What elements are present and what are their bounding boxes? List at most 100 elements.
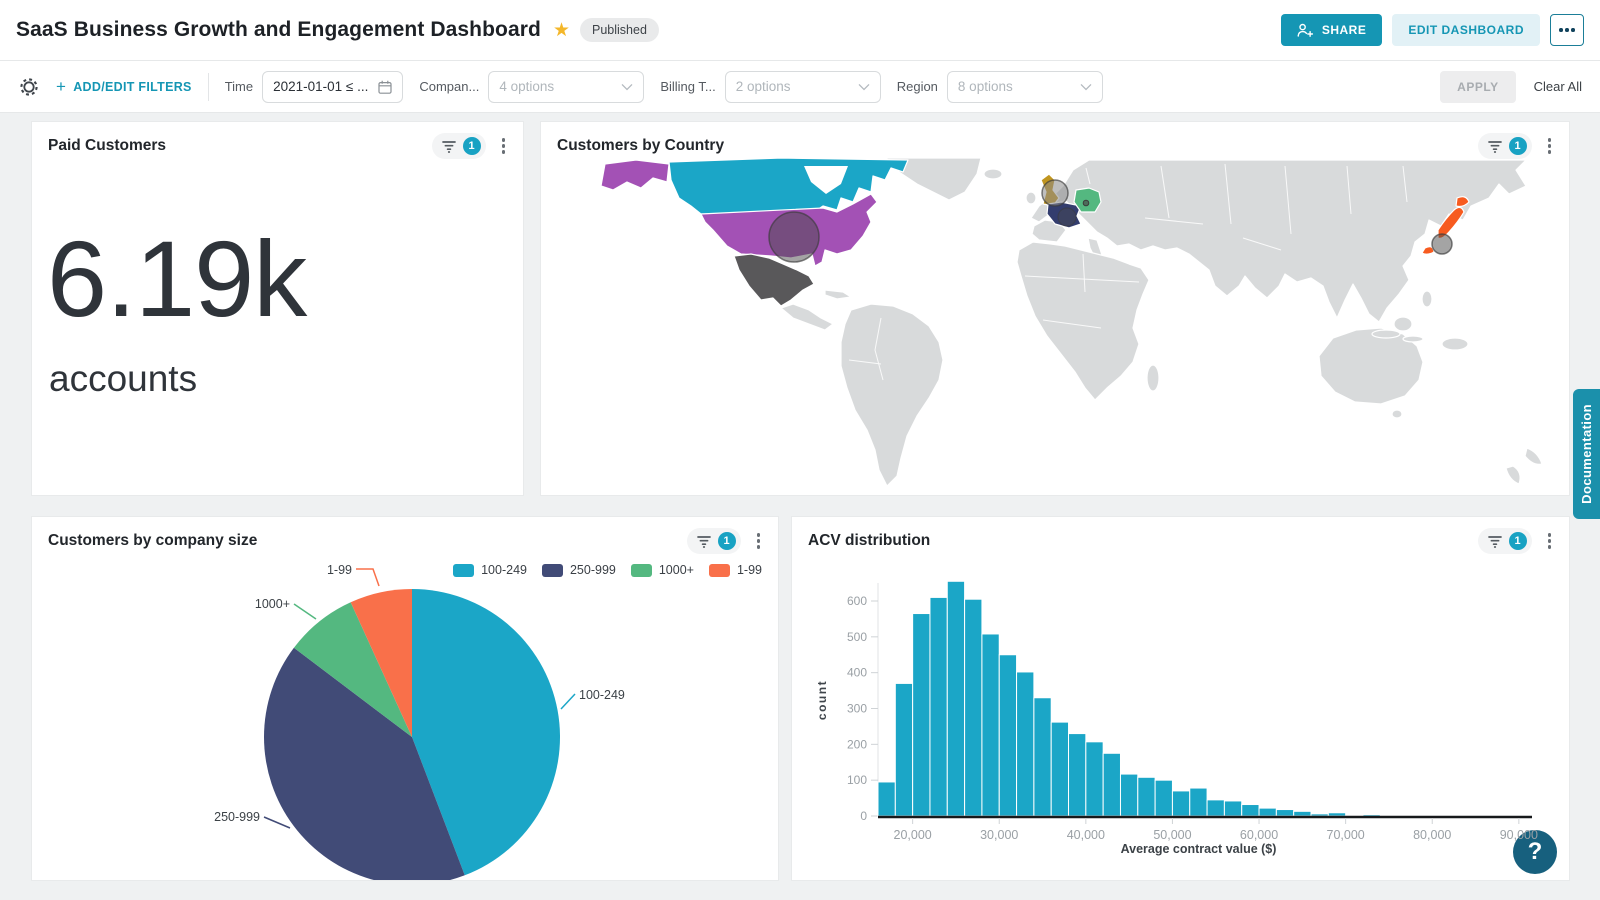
- map-country-madagascar[interactable]: [1147, 365, 1159, 391]
- chevron-down-icon: [858, 83, 870, 91]
- share-button-label: SHARE: [1322, 23, 1367, 37]
- map-bubble-united-states[interactable]: [769, 212, 819, 262]
- histogram-bar[interactable]: [965, 599, 982, 816]
- map-region-indonesia[interactable]: [1403, 336, 1423, 342]
- histogram-bar[interactable]: [1034, 698, 1051, 816]
- map-country-new-guinea[interactable]: [1442, 338, 1468, 350]
- map-region-central-america[interactable]: [781, 304, 833, 330]
- clear-all-button[interactable]: Clear All: [1534, 79, 1582, 94]
- histogram-bar[interactable]: [1103, 753, 1120, 816]
- x-axis-tick-label: 20,000: [894, 828, 932, 842]
- time-filter-input[interactable]: 2021-01-01 ≤ ...: [262, 71, 403, 103]
- funnel-filter-icon: [1488, 140, 1502, 153]
- histogram-bar[interactable]: [1172, 791, 1189, 816]
- histogram-bar[interactable]: [1190, 788, 1207, 816]
- panel-customers-by-country: Customers by Country 1: [540, 121, 1570, 496]
- world-map-chart[interactable]: [541, 158, 1570, 496]
- legend-swatch: [631, 564, 652, 577]
- widget-filter-chip[interactable]: 1: [687, 528, 741, 554]
- map-country-germany[interactable]: [1074, 188, 1101, 212]
- x-axis-tick-label: 40,000: [1067, 828, 1105, 842]
- map-country-alaska[interactable]: [601, 160, 669, 190]
- documentation-tab[interactable]: Documentation: [1573, 389, 1600, 519]
- map-country-tasmania[interactable]: [1392, 410, 1402, 418]
- histogram-bar[interactable]: [1224, 801, 1241, 816]
- histogram-bar[interactable]: [947, 581, 964, 816]
- histogram-bar[interactable]: [1294, 811, 1311, 816]
- map-country-iceland[interactable]: [984, 169, 1002, 179]
- filter-settings-button[interactable]: [18, 76, 40, 98]
- pie-callout-line: [294, 604, 316, 619]
- map-country-new-zealand[interactable]: [1506, 466, 1520, 484]
- divider: [208, 73, 209, 101]
- histogram-bar[interactable]: [982, 634, 999, 816]
- add-edit-filters-label: ADD/EDIT FILTERS: [73, 80, 191, 94]
- widget-filter-chip[interactable]: 1: [1478, 133, 1532, 159]
- more-options-button[interactable]: [1550, 14, 1584, 46]
- map-bubble-germany[interactable]: [1083, 200, 1089, 206]
- histogram-bar[interactable]: [1138, 777, 1155, 816]
- map-bubble-japan[interactable]: [1432, 234, 1452, 254]
- map-region-africa[interactable]: [1017, 242, 1149, 400]
- filter-label-region: Region: [897, 79, 938, 94]
- billing-filter-value: 2 options: [736, 79, 791, 94]
- legend-item: 1-99: [709, 563, 762, 577]
- histogram-bar[interactable]: [1276, 810, 1293, 816]
- map-bubble-united-kingdom[interactable]: [1042, 180, 1068, 206]
- histogram-bar[interactable]: [1259, 808, 1276, 816]
- widget-menu-button[interactable]: [1544, 136, 1555, 155]
- x-axis-tick-label: 90,000: [1500, 828, 1538, 842]
- histogram-bar[interactable]: [1017, 672, 1034, 816]
- share-button[interactable]: SHARE: [1281, 14, 1383, 46]
- billing-filter-dropdown[interactable]: 2 options: [725, 71, 881, 103]
- apply-button[interactable]: APPLY: [1440, 71, 1515, 103]
- calendar-icon: [378, 80, 392, 94]
- histogram-bar[interactable]: [913, 614, 930, 816]
- map-region-indonesia[interactable]: [1372, 330, 1400, 338]
- histogram-chart[interactable]: 010020030040050060020,00030,00040,00050,…: [792, 517, 1570, 881]
- histogram-bar[interactable]: [1086, 742, 1103, 816]
- edit-dashboard-button[interactable]: EDIT DASHBOARD: [1392, 14, 1540, 46]
- widget-filter-chip[interactable]: 1: [1478, 528, 1532, 554]
- panel-title: ACV distribution: [808, 532, 1478, 550]
- y-axis-title: count: [815, 680, 829, 720]
- histogram-bar[interactable]: [1242, 805, 1259, 816]
- widget-menu-button[interactable]: [753, 531, 764, 550]
- plus-icon: +: [56, 77, 66, 97]
- histogram-bar[interactable]: [930, 597, 947, 816]
- histogram-bar[interactable]: [999, 655, 1016, 816]
- histogram-bar[interactable]: [1120, 774, 1137, 816]
- map-country-cuba[interactable]: [825, 290, 851, 299]
- histogram-bar[interactable]: [1311, 814, 1328, 816]
- widget-menu-button[interactable]: [498, 136, 509, 155]
- histogram-bar[interactable]: [1155, 780, 1172, 816]
- y-axis-tick-label: 300: [847, 702, 867, 716]
- map-country-ireland[interactable]: [1026, 192, 1036, 204]
- legend-label: 1-99: [737, 563, 762, 577]
- histogram-bar[interactable]: [1069, 734, 1086, 816]
- map-country-mexico[interactable]: [734, 254, 814, 306]
- histogram-bar[interactable]: [1207, 800, 1224, 816]
- region-filter-dropdown[interactable]: 8 options: [947, 71, 1103, 103]
- histogram-bar[interactable]: [1328, 813, 1345, 816]
- histogram-bar[interactable]: [1051, 722, 1068, 816]
- y-axis-tick-label: 0: [860, 809, 867, 823]
- add-edit-filters-button[interactable]: + ADD/EDIT FILTERS: [56, 77, 192, 97]
- favorite-star-icon[interactable]: ★: [553, 19, 570, 42]
- map-country-new-zealand[interactable]: [1525, 448, 1542, 464]
- filter-count-badge: 1: [718, 532, 736, 550]
- company-filter-dropdown[interactable]: 4 options: [488, 71, 644, 103]
- x-axis-tick-label: 60,000: [1240, 828, 1278, 842]
- histogram-bar[interactable]: [878, 782, 895, 816]
- histogram-bar[interactable]: [895, 683, 912, 816]
- map-country-borneo[interactable]: [1394, 317, 1412, 331]
- pie-callout-line: [561, 694, 575, 709]
- widget-filter-chip[interactable]: 1: [432, 133, 486, 159]
- map-country-philippines[interactable]: [1422, 291, 1432, 307]
- widget-menu-button[interactable]: [1544, 531, 1555, 550]
- filter-group-region: Region 8 options: [897, 71, 1103, 103]
- filter-group-time: Time 2021-01-01 ≤ ...: [225, 71, 404, 103]
- map-bubble-france[interactable]: [1058, 208, 1076, 226]
- filter-count-badge: 1: [1509, 137, 1527, 155]
- map-region-south-america[interactable]: [841, 304, 943, 486]
